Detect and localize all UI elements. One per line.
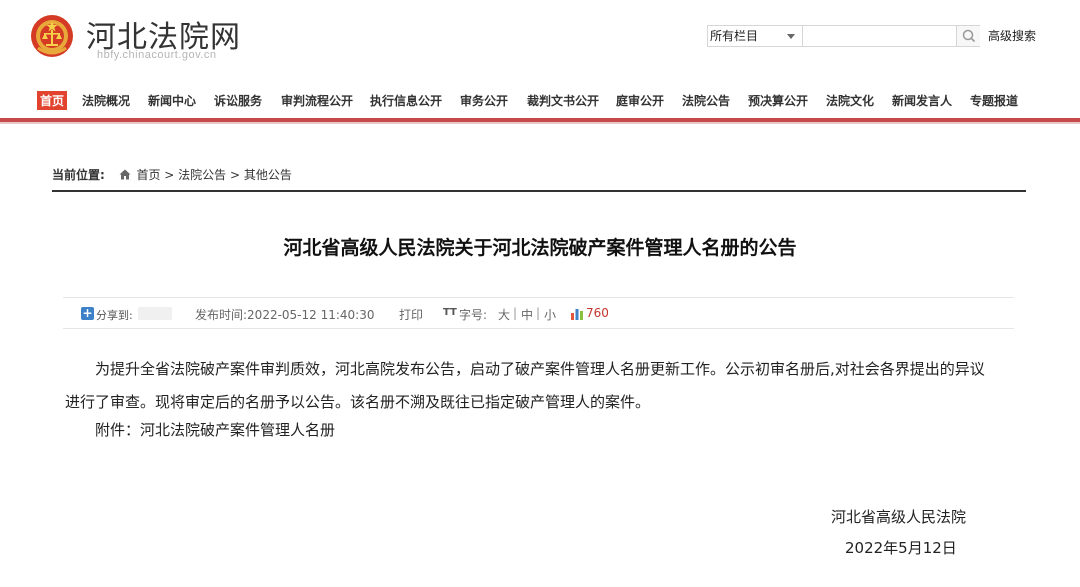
breadcrumb-separator: >	[160, 168, 179, 182]
article-paragraph-line: 为提升全省法院破产案件审判质效，河北高院发布公告，启动了破产案件管理人名册更新工…	[95, 360, 985, 378]
search-input[interactable]	[804, 26, 956, 46]
nav-item-spokesperson[interactable]: 新闻发言人	[892, 92, 952, 109]
font-size-label: 字号:	[459, 308, 488, 322]
nav-item-court-affairs[interactable]: 审务公开	[460, 92, 508, 109]
home-icon	[119, 169, 131, 180]
search-icon	[962, 29, 976, 43]
print-link[interactable]: 打印	[399, 306, 423, 323]
court-emblem-icon[interactable]	[30, 12, 74, 60]
article-date: 2022年5月12日	[845, 539, 957, 557]
nav-item-news-center[interactable]: 新闻中心	[148, 92, 196, 109]
breadcrumb-court-notices[interactable]: 法院公告	[178, 168, 226, 182]
nav-item-home[interactable]: 首页	[37, 91, 68, 110]
breadcrumb-divider	[52, 190, 1026, 192]
search-category-select[interactable]: 所有栏目	[708, 26, 803, 46]
article-signature: 河北省高级人民法院	[831, 508, 967, 526]
nav-item-special-reports[interactable]: 专题报道	[970, 92, 1018, 109]
share-plus-icon[interactable]: +	[81, 307, 94, 320]
chevron-down-icon	[787, 34, 795, 39]
nav-item-execution-info[interactable]: 执行信息公开	[370, 92, 442, 109]
article-title: 河北省高级人民法院关于河北法院破产案件管理人名册的公告	[283, 237, 797, 259]
font-size-medium[interactable]: 中	[521, 306, 533, 323]
breadcrumb-other-notices[interactable]: 其他公告	[244, 168, 292, 182]
nav-item-court-notices[interactable]: 法院公告	[682, 92, 730, 109]
search-category-label: 所有栏目	[710, 29, 759, 43]
nav-item-litigation-service[interactable]: 诉讼服务	[214, 92, 262, 109]
site-header: 河北法院网 hbfy.chinacourt.gov.cn 所有栏目 高级搜索	[0, 0, 1080, 80]
article-attachment[interactable]: 附件：河北法院破产案件管理人名册	[95, 414, 335, 447]
publish-time: 发布时间:2022-05-12 11:40:30	[195, 308, 375, 322]
main-nav: 首页 法院概况 新闻中心 诉讼服务 审判流程公开 执行信息公开 审务公开 裁判文…	[0, 88, 1080, 112]
search-button[interactable]	[956, 26, 980, 46]
nav-item-budget[interactable]: 预决算公开	[748, 92, 808, 109]
nav-divider-shadow	[0, 122, 1080, 124]
nav-item-court-culture[interactable]: 法院文化	[826, 92, 874, 109]
font-size-separator: |	[536, 306, 541, 320]
breadcrumb-home[interactable]: 首页	[136, 168, 160, 182]
nav-item-trial-process[interactable]: 审判流程公开	[281, 92, 353, 109]
font-size-separator: |	[513, 306, 518, 320]
share-buttons[interactable]	[138, 307, 172, 320]
share-label: 分享到:	[96, 309, 133, 322]
advanced-search-link[interactable]: 高级搜索	[988, 27, 1036, 44]
site-domain: hbfy.chinacourt.gov.cn	[97, 49, 217, 61]
nav-item-court-overview[interactable]: 法院概况	[82, 92, 130, 109]
nav-item-trial-hearings[interactable]: 庭审公开	[616, 92, 664, 109]
font-size-small[interactable]: 小	[544, 306, 556, 323]
nav-item-judgments[interactable]: 裁判文书公开	[527, 92, 599, 109]
font-size-large[interactable]: 大	[498, 306, 510, 323]
breadcrumb-label: 当前位置:	[52, 168, 105, 182]
breadcrumb-separator: >	[226, 168, 244, 182]
article-meta-bar: + 分享到: 发布时间:2022-05-12 11:40:30 打印 TT 字号…	[63, 297, 1014, 329]
font-size-icon: TT	[443, 307, 457, 318]
search-box: 所有栏目	[707, 25, 980, 47]
view-count: 760	[586, 306, 609, 320]
breadcrumb: 当前位置: 首页 > 法院公告 > 其他公告	[52, 166, 292, 183]
view-count-icon	[571, 309, 583, 320]
